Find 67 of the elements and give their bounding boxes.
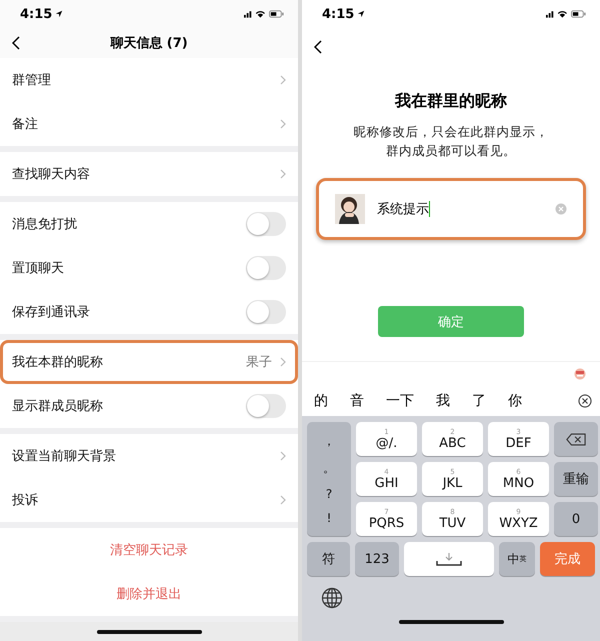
row-label: 投诉 xyxy=(12,492,38,509)
settings-row[interactable]: 投诉 xyxy=(0,478,298,522)
chevron-right-icon xyxy=(280,169,286,179)
space-icon xyxy=(434,552,464,566)
settings-row[interactable]: 保存到通讯录 xyxy=(0,290,298,334)
row-label: 显示群成员昵称 xyxy=(12,398,103,415)
punctuation-key[interactable]: ， 。 ? ! xyxy=(307,422,351,536)
symbol-key[interactable]: 符 xyxy=(307,542,350,576)
punctuation-mark: ? xyxy=(326,487,332,501)
description-text: 昵称修改后，只会在此群内显示，群内成员都可以看见。 xyxy=(352,123,550,160)
nickname-field[interactable]: 系统提示 xyxy=(316,178,586,240)
chevron-right-icon xyxy=(280,119,286,129)
settings-row[interactable]: 显示群成员昵称 xyxy=(0,384,298,428)
settings-row[interactable]: 备注 xyxy=(0,102,298,146)
candidate-word[interactable]: 一下 xyxy=(386,392,414,410)
input-value: 系统提示 xyxy=(377,201,429,218)
location-arrow-icon xyxy=(357,10,366,18)
toggle-switch[interactable] xyxy=(246,256,286,280)
row-label: 置顶聊天 xyxy=(12,260,64,277)
candidate-word[interactable]: 了 xyxy=(472,392,486,410)
row-label: 保存到通讯录 xyxy=(12,304,90,321)
row-label: 备注 xyxy=(12,116,38,133)
row-label: 查找聊天内容 xyxy=(12,166,90,183)
settings-row[interactable]: 设置当前聊天背景 xyxy=(0,434,298,478)
settings-row[interactable]: 我在本群的昵称 果子 xyxy=(0,340,298,384)
candidate-word[interactable]: 你 xyxy=(508,392,522,410)
globe-icon[interactable] xyxy=(321,587,343,609)
delete-key[interactable] xyxy=(554,422,598,456)
toggle-switch[interactable] xyxy=(246,300,286,324)
punctuation-mark: ， xyxy=(323,433,335,450)
space-key[interactable] xyxy=(404,542,494,576)
row-label: 消息免打扰 xyxy=(12,216,77,233)
danger-action[interactable]: 删除并退出 xyxy=(96,572,202,616)
status-time: 4:15 xyxy=(20,6,52,22)
screen-title: 聊天信息 (7) xyxy=(110,35,188,52)
row-value: 果子 xyxy=(246,354,272,371)
row-label: 设置当前聊天背景 xyxy=(12,448,116,465)
settings-row[interactable]: 群管理 xyxy=(0,58,298,102)
settings-row[interactable]: 查找聊天内容 xyxy=(0,152,298,196)
back-icon[interactable] xyxy=(314,40,322,54)
settings-row[interactable]: 消息免打扰 xyxy=(0,202,298,246)
row-label: 我在本群的昵称 xyxy=(12,354,103,371)
side-key[interactable]: 0 xyxy=(554,502,598,536)
punctuation-mark: ! xyxy=(326,511,332,525)
chevron-right-icon xyxy=(280,451,286,461)
side-key[interactable]: 重输 xyxy=(554,462,598,496)
row-label: 群管理 xyxy=(12,72,51,89)
chevron-right-icon xyxy=(280,357,286,367)
status-icons xyxy=(244,9,284,19)
toggle-switch[interactable] xyxy=(246,212,286,236)
status-icons xyxy=(546,9,586,19)
settings-row[interactable]: 置顶聊天 xyxy=(0,246,298,290)
chevron-right-icon xyxy=(280,495,286,505)
chevron-right-icon xyxy=(280,75,286,85)
number-key[interactable]: 123 xyxy=(355,542,399,576)
candidate-word[interactable]: 音 xyxy=(350,392,364,410)
danger-action[interactable]: 清空聊天记录 xyxy=(90,528,208,572)
location-arrow-icon xyxy=(55,10,64,18)
punctuation-mark: 。 xyxy=(323,460,335,477)
toggle-switch[interactable] xyxy=(246,394,286,418)
close-icon[interactable] xyxy=(578,394,592,408)
candidate-word[interactable]: 的 xyxy=(314,392,328,410)
back-icon[interactable] xyxy=(12,36,20,50)
status-time: 4:15 xyxy=(322,6,354,22)
candidate-word[interactable]: 我 xyxy=(436,392,450,410)
backspace-icon xyxy=(566,432,586,446)
page-title: 我在群里的昵称 xyxy=(395,91,507,112)
